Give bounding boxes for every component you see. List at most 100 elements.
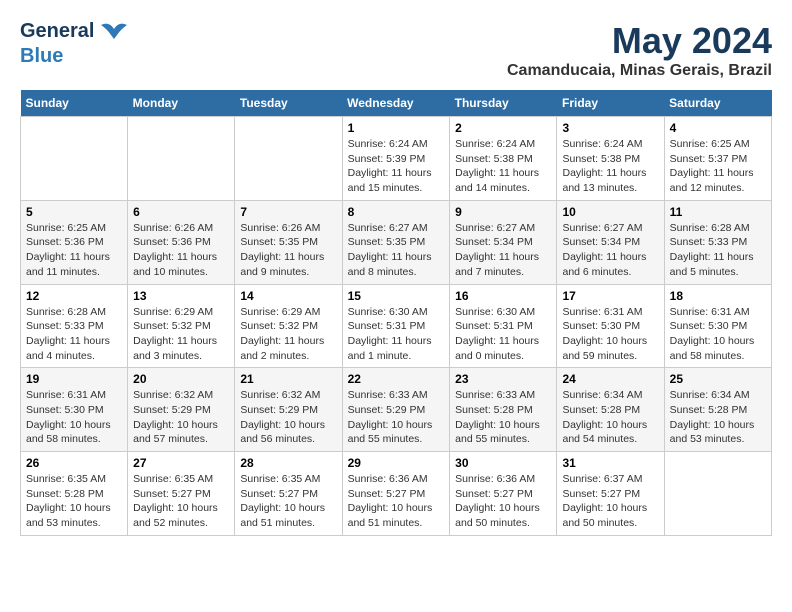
day-info: Sunrise: 6:27 AM Sunset: 5:34 PM Dayligh… (455, 221, 551, 280)
calendar-cell: 12 Sunrise: 6:28 AM Sunset: 5:33 PM Dayli… (21, 284, 128, 368)
day-number: 7 (240, 205, 336, 219)
weekday-header-friday: Friday (557, 90, 664, 117)
logo-bird-icon (99, 21, 129, 45)
weekday-header-saturday: Saturday (664, 90, 771, 117)
calendar-cell: 28 Sunrise: 6:35 AM Sunset: 5:27 PM Dayli… (235, 452, 342, 536)
day-info: Sunrise: 6:25 AM Sunset: 5:36 PM Dayligh… (26, 221, 122, 280)
day-number: 2 (455, 121, 551, 135)
calendar-cell: 23Sunrise: 6:33 AM Sunset: 5:28 PM Dayli… (450, 368, 557, 452)
weekday-header-row: SundayMondayTuesdayWednesdayThursdayFrid… (21, 90, 772, 117)
calendar-cell: 26 Sunrise: 6:35 AM Sunset: 5:28 PM Dayli… (21, 452, 128, 536)
location-title: Camanducaia, Minas Gerais, Brazil (507, 62, 772, 80)
day-info: Sunrise: 6:36 AM Sunset: 5:27 PM Dayligh… (348, 472, 445, 531)
day-number: 19 (26, 372, 122, 386)
day-number: 5 (26, 205, 122, 219)
day-number: 14 (240, 289, 336, 303)
day-number: 11 (670, 205, 766, 219)
calendar-cell: 24 Sunrise: 6:34 AM Sunset: 5:28 PM Dayli… (557, 368, 664, 452)
day-info: Sunrise: 6:35 AM Sunset: 5:28 PM Dayligh… (26, 472, 122, 531)
calendar-cell: 4 Sunrise: 6:25 AM Sunset: 5:37 PM Daylig… (664, 117, 771, 201)
calendar-cell: 21 Sunrise: 6:32 AM Sunset: 5:29 PM Dayli… (235, 368, 342, 452)
week-row-1: 1 Sunrise: 6:24 AM Sunset: 5:39 PM Daylig… (21, 117, 772, 201)
day-number: 13 (133, 289, 229, 303)
calendar-cell: 1 Sunrise: 6:24 AM Sunset: 5:39 PM Daylig… (342, 117, 450, 201)
day-number: 23 (455, 372, 551, 386)
day-number: 25 (670, 372, 766, 386)
day-number: 3 (562, 121, 658, 135)
calendar-cell (128, 117, 235, 201)
day-info: Sunrise: 6:24 AM Sunset: 5:38 PM Dayligh… (562, 137, 658, 196)
calendar-cell: 3 Sunrise: 6:24 AM Sunset: 5:38 PM Daylig… (557, 117, 664, 201)
day-info: Sunrise: 6:33 AM Sunset: 5:29 PM Dayligh… (348, 388, 445, 447)
day-info: Sunrise: 6:24 AM Sunset: 5:38 PM Dayligh… (455, 137, 551, 196)
header: General Blue May 2024 Camanducaia, Minas… (20, 20, 772, 80)
day-number: 6 (133, 205, 229, 219)
day-info: Sunrise: 6:25 AM Sunset: 5:37 PM Dayligh… (670, 137, 766, 196)
day-number: 21 (240, 372, 336, 386)
calendar-cell: 11Sunrise: 6:28 AM Sunset: 5:33 PM Dayli… (664, 200, 771, 284)
calendar-cell: 9Sunrise: 6:27 AM Sunset: 5:34 PM Daylig… (450, 200, 557, 284)
calendar-cell: 30 Sunrise: 6:36 AM Sunset: 5:27 PM Dayli… (450, 452, 557, 536)
day-info: Sunrise: 6:34 AM Sunset: 5:28 PM Dayligh… (562, 388, 658, 447)
day-info: Sunrise: 6:24 AM Sunset: 5:39 PM Dayligh… (348, 137, 445, 196)
day-info: Sunrise: 6:28 AM Sunset: 5:33 PM Dayligh… (26, 305, 122, 364)
calendar-cell: 6 Sunrise: 6:26 AM Sunset: 5:36 PM Daylig… (128, 200, 235, 284)
title-area: May 2024 Camanducaia, Minas Gerais, Braz… (507, 20, 772, 80)
day-number: 22 (348, 372, 445, 386)
day-number: 28 (240, 456, 336, 470)
calendar-cell: 20 Sunrise: 6:32 AM Sunset: 5:29 PM Dayli… (128, 368, 235, 452)
day-info: Sunrise: 6:36 AM Sunset: 5:27 PM Dayligh… (455, 472, 551, 531)
calendar-table: SundayMondayTuesdayWednesdayThursdayFrid… (20, 90, 772, 536)
day-info: Sunrise: 6:30 AM Sunset: 5:31 PM Dayligh… (455, 305, 551, 364)
day-info: Sunrise: 6:29 AM Sunset: 5:32 PM Dayligh… (133, 305, 229, 364)
day-number: 18 (670, 289, 766, 303)
calendar-cell: 10 Sunrise: 6:27 AM Sunset: 5:34 PM Dayli… (557, 200, 664, 284)
calendar-cell: 19 Sunrise: 6:31 AM Sunset: 5:30 PM Dayli… (21, 368, 128, 452)
day-number: 8 (348, 205, 445, 219)
day-info: Sunrise: 6:26 AM Sunset: 5:36 PM Dayligh… (133, 221, 229, 280)
day-info: Sunrise: 6:29 AM Sunset: 5:32 PM Dayligh… (240, 305, 336, 364)
day-info: Sunrise: 6:32 AM Sunset: 5:29 PM Dayligh… (240, 388, 336, 447)
calendar-cell: 5 Sunrise: 6:25 AM Sunset: 5:36 PM Daylig… (21, 200, 128, 284)
weekday-header-wednesday: Wednesday (342, 90, 450, 117)
week-row-2: 5 Sunrise: 6:25 AM Sunset: 5:36 PM Daylig… (21, 200, 772, 284)
calendar-cell: 18 Sunrise: 6:31 AM Sunset: 5:30 PM Dayli… (664, 284, 771, 368)
weekday-header-sunday: Sunday (21, 90, 128, 117)
day-info: Sunrise: 6:31 AM Sunset: 5:30 PM Dayligh… (670, 305, 766, 364)
day-number: 1 (348, 121, 445, 135)
day-info: Sunrise: 6:37 AM Sunset: 5:27 PM Dayligh… (562, 472, 658, 531)
day-number: 10 (562, 205, 658, 219)
day-info: Sunrise: 6:27 AM Sunset: 5:35 PM Dayligh… (348, 221, 445, 280)
calendar-cell: 2 Sunrise: 6:24 AM Sunset: 5:38 PM Daylig… (450, 117, 557, 201)
day-number: 31 (562, 456, 658, 470)
week-row-4: 19 Sunrise: 6:31 AM Sunset: 5:30 PM Dayli… (21, 368, 772, 452)
calendar-cell: 13 Sunrise: 6:29 AM Sunset: 5:32 PM Dayli… (128, 284, 235, 368)
day-number: 27 (133, 456, 229, 470)
day-number: 4 (670, 121, 766, 135)
day-info: Sunrise: 6:35 AM Sunset: 5:27 PM Dayligh… (240, 472, 336, 531)
day-info: Sunrise: 6:31 AM Sunset: 5:30 PM Dayligh… (26, 388, 122, 447)
logo-blue-text: Blue (20, 45, 63, 67)
day-number: 12 (26, 289, 122, 303)
day-info: Sunrise: 6:32 AM Sunset: 5:29 PM Dayligh… (133, 388, 229, 447)
day-info: Sunrise: 6:26 AM Sunset: 5:35 PM Dayligh… (240, 221, 336, 280)
week-row-3: 12 Sunrise: 6:28 AM Sunset: 5:33 PM Dayli… (21, 284, 772, 368)
day-number: 26 (26, 456, 122, 470)
calendar-cell: 31 Sunrise: 6:37 AM Sunset: 5:27 PM Dayli… (557, 452, 664, 536)
day-number: 29 (348, 456, 445, 470)
month-title: May 2024 (507, 20, 772, 62)
day-number: 24 (562, 372, 658, 386)
day-info: Sunrise: 6:27 AM Sunset: 5:34 PM Dayligh… (562, 221, 658, 280)
weekday-header-tuesday: Tuesday (235, 90, 342, 117)
day-number: 20 (133, 372, 229, 386)
calendar-cell: 27Sunrise: 6:35 AM Sunset: 5:27 PM Dayli… (128, 452, 235, 536)
calendar-cell: 22 Sunrise: 6:33 AM Sunset: 5:29 PM Dayli… (342, 368, 450, 452)
calendar-cell: 14 Sunrise: 6:29 AM Sunset: 5:32 PM Dayli… (235, 284, 342, 368)
day-info: Sunrise: 6:34 AM Sunset: 5:28 PM Dayligh… (670, 388, 766, 447)
day-number: 30 (455, 456, 551, 470)
weekday-header-thursday: Thursday (450, 90, 557, 117)
day-info: Sunrise: 6:30 AM Sunset: 5:31 PM Dayligh… (348, 305, 445, 364)
calendar-cell: 29 Sunrise: 6:36 AM Sunset: 5:27 PM Dayli… (342, 452, 450, 536)
calendar-cell (21, 117, 128, 201)
calendar-cell: 25 Sunrise: 6:34 AM Sunset: 5:28 PM Dayli… (664, 368, 771, 452)
